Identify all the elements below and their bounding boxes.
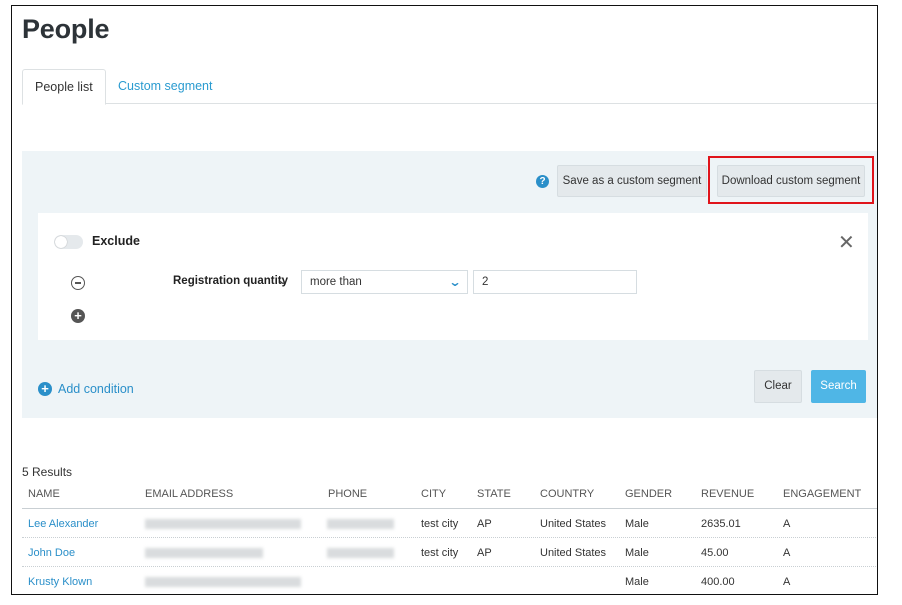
table-row[interactable]: Krusty Klown Male 400.00 A [22, 567, 877, 594]
field-selector-label[interactable]: Registration quantity [173, 275, 288, 287]
remove-condition-icon[interactable] [71, 276, 85, 290]
cell-revenue: 2635.01 [701, 518, 741, 530]
column-header-email[interactable]: EMAIL ADDRESS [145, 488, 233, 500]
column-header-engagement[interactable]: ENGAGEMENT [783, 488, 861, 500]
column-header-revenue[interactable]: REVENUE [701, 488, 754, 500]
filter-panel: ? Save as a custom segment Download cust… [22, 151, 877, 418]
person-name-link[interactable]: Lee Alexander [28, 518, 98, 530]
redacted-email [145, 548, 263, 558]
column-header-gender[interactable]: GENDER [625, 488, 672, 500]
cell-city: test city [421, 518, 459, 530]
page-title: People [22, 14, 110, 44]
column-header-country[interactable]: COUNTRY [540, 488, 594, 500]
cell-engagement: A [783, 547, 791, 559]
cell-state: AP [477, 518, 492, 530]
chevron-down-icon: ⌄ [448, 275, 462, 289]
person-name-link[interactable]: Krusty Klown [28, 576, 92, 588]
condition-box: Exclude ✕ + Registration quantity ⌄ more… [38, 213, 868, 340]
tab-bar: People list Custom segment [22, 69, 877, 105]
add-condition-icon[interactable]: + [38, 382, 52, 396]
redacted-phone [327, 519, 394, 529]
column-header-state[interactable]: STATE [477, 488, 511, 500]
redacted-phone [327, 548, 394, 558]
cell-gender: Male [625, 547, 649, 559]
highlight-box [708, 156, 874, 204]
table-row[interactable]: Lee Alexander test city AP United States… [22, 509, 877, 538]
results-table: NAME EMAIL ADDRESS PHONE CITY STATE COUN… [22, 484, 877, 594]
column-header-name[interactable]: NAME [28, 488, 60, 500]
cell-engagement: A [783, 576, 791, 588]
value-input[interactable]: 2 [473, 270, 637, 294]
column-header-city[interactable]: CITY [421, 488, 446, 500]
exclude-toggle[interactable] [54, 235, 83, 249]
save-custom-segment-button[interactable]: Save as a custom segment [557, 165, 707, 197]
results-count: 5 Results [22, 465, 73, 479]
cell-revenue: 45.00 [701, 547, 729, 559]
table-header: NAME EMAIL ADDRESS PHONE CITY STATE COUN… [22, 484, 877, 509]
table-row[interactable]: John Doe test city AP United States Male… [22, 538, 877, 567]
app-frame: People People list Custom segment ? Save… [11, 5, 878, 595]
chevron-down-icon[interactable]: ⌄ [276, 273, 289, 287]
operator-value: more than [310, 276, 362, 288]
redacted-email [145, 519, 301, 529]
search-button[interactable]: Search [811, 370, 866, 403]
column-header-phone[interactable]: PHONE [328, 488, 367, 500]
add-subcondition-icon[interactable]: + [71, 309, 85, 323]
cell-state: AP [477, 547, 492, 559]
exclude-label: Exclude [92, 234, 140, 248]
question-circle-icon[interactable]: ? [536, 175, 549, 188]
add-condition-link[interactable]: Add condition [58, 382, 134, 396]
clear-button[interactable]: Clear [754, 370, 802, 403]
cell-country: United States [540, 518, 607, 530]
person-name-link[interactable]: John Doe [28, 547, 75, 559]
cell-gender: Male [625, 518, 649, 530]
close-icon[interactable]: ✕ [838, 233, 855, 253]
cell-city: test city [421, 547, 459, 559]
tab-people-list[interactable]: People list [22, 69, 106, 105]
redacted-email [145, 577, 301, 587]
cell-revenue: 400.00 [701, 576, 735, 588]
operator-select[interactable]: more than ⌄ [301, 270, 468, 294]
cell-country: United States [540, 547, 607, 559]
tab-custom-segment[interactable]: Custom segment [106, 69, 224, 104]
cell-gender: Male [625, 576, 649, 588]
cell-engagement: A [783, 518, 791, 530]
